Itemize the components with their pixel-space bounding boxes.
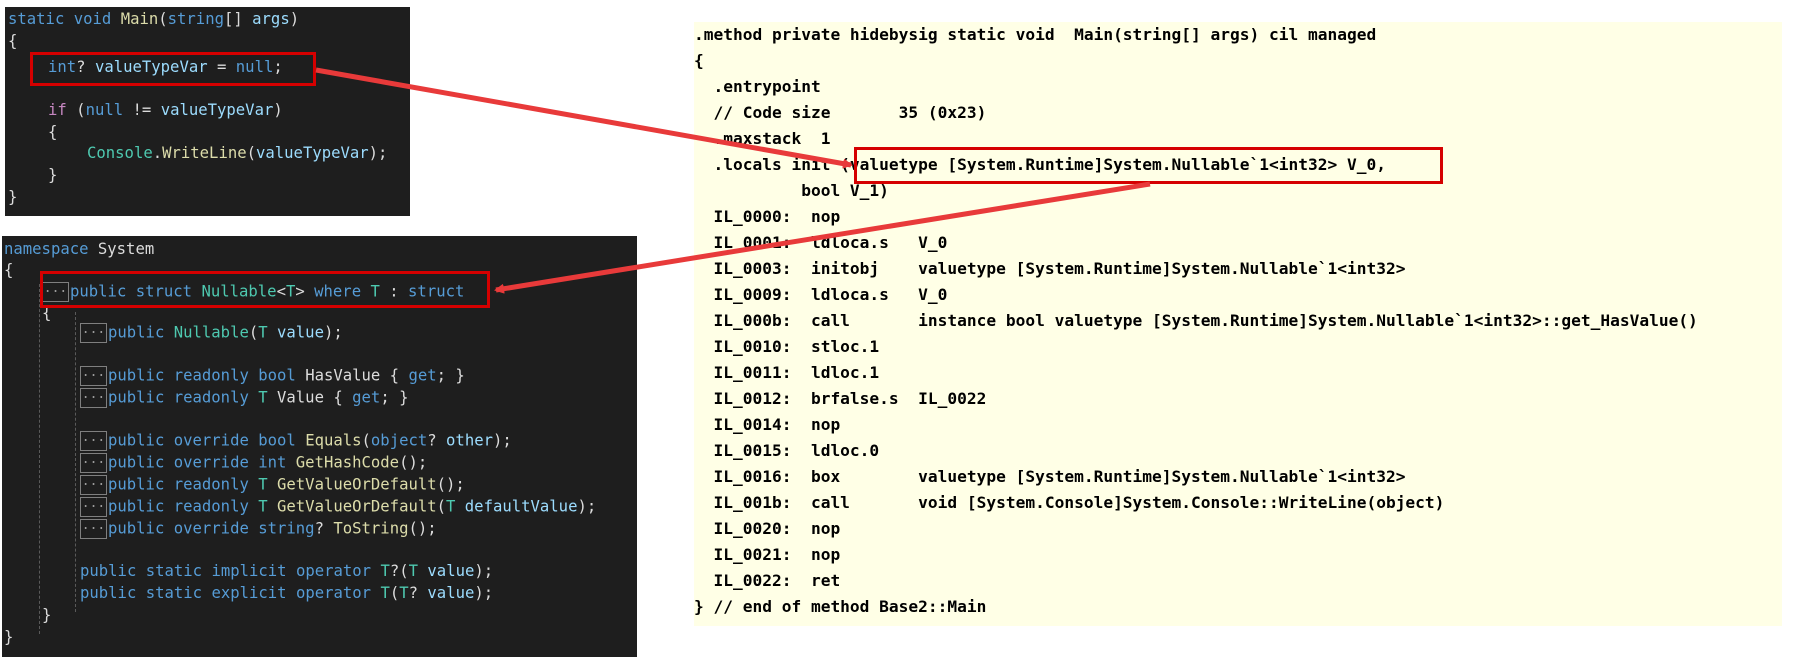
- arrow-locals-to-struct: [494, 181, 1151, 294]
- connector-arrows: [315, 67, 1151, 294]
- arrow-declaration-to-locals: [315, 67, 853, 169]
